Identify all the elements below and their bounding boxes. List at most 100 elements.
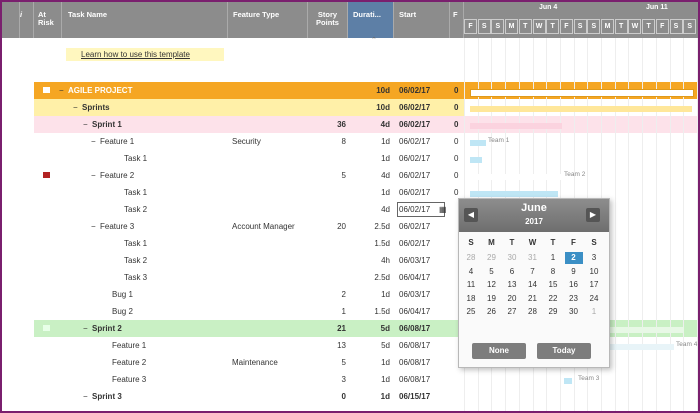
collapse-toggle-icon[interactable]: − (91, 133, 96, 150)
collapse-toggle-icon[interactable]: − (59, 82, 64, 99)
calendar-day[interactable]: 13 (503, 279, 521, 291)
calendar-day[interactable]: 31 (524, 252, 542, 264)
start-date-cell[interactable]: 06/02/17 (399, 116, 430, 133)
none-button[interactable]: None (472, 343, 526, 359)
table-row[interactable]: − Feature 2 5 4d 06/02/17 0 (2, 167, 464, 184)
duration-cell[interactable]: 10d (350, 99, 390, 116)
finish-date-cell[interactable]: 0 (454, 167, 458, 184)
duration-cell[interactable]: 10d (350, 82, 390, 99)
start-date-cell[interactable]: 06/03/17 (399, 252, 430, 269)
duration-cell[interactable]: 1d (350, 286, 390, 303)
calendar-day[interactable]: 17 (585, 279, 603, 291)
task-name-cell[interactable]: Task 1 (124, 184, 147, 201)
calendar-icon[interactable]: ▦ (439, 201, 447, 218)
calendar-day[interactable]: 3 (585, 252, 603, 264)
calendar-day[interactable]: 14 (524, 279, 542, 291)
start-date-cell[interactable]: 06/08/17 (399, 337, 430, 354)
finish-date-cell[interactable]: 0 (454, 99, 458, 116)
calendar-day[interactable]: 11 (462, 279, 480, 291)
task-name-cell[interactable]: Bug 1 (112, 286, 133, 303)
story-points-cell[interactable]: 2 (308, 286, 346, 303)
task-name-cell[interactable]: Feature 2 (100, 167, 134, 184)
collapse-toggle-icon[interactable]: − (91, 167, 96, 184)
collapse-toggle-icon[interactable]: − (91, 218, 96, 235)
duration-cell[interactable]: 4d (350, 116, 390, 133)
table-row[interactable]: Feature 2 Maintenance 5 1d 06/08/17 (2, 354, 464, 371)
sprints-bar[interactable] (470, 106, 692, 112)
story-points-cell[interactable]: 1 (308, 303, 346, 320)
task-name-cell[interactable]: Feature 3 (100, 218, 134, 235)
duration-cell[interactable]: 4d (350, 167, 390, 184)
table-row[interactable]: − Sprint 1 36 4d 06/02/17 0 (2, 116, 464, 133)
collapse-toggle-icon[interactable]: − (83, 388, 88, 405)
feature2-bar[interactable] (470, 174, 562, 180)
calendar-day[interactable]: 5 (483, 266, 501, 278)
task-name-cell[interactable]: Sprint 1 (92, 116, 122, 133)
task1-bar[interactable] (470, 157, 482, 163)
calendar-day[interactable]: 10 (585, 266, 603, 278)
story-points-cell[interactable]: 36 (308, 116, 346, 133)
start-date-cell[interactable]: 06/03/17 (399, 286, 430, 303)
calendar-day[interactable]: 28 (462, 252, 480, 264)
start-date-cell[interactable]: 06/02/17 (399, 99, 430, 116)
task-name-cell[interactable]: Sprint 3 (92, 388, 122, 405)
finish-header[interactable]: F (450, 2, 464, 38)
task-name-cell[interactable]: Feature 1 (100, 133, 134, 150)
duration-cell[interactable]: 4h (350, 252, 390, 269)
calendar-day[interactable]: 1 (585, 306, 603, 318)
story-points-cell[interactable]: 5 (308, 167, 346, 184)
calendar-day[interactable]: 9 (565, 266, 583, 278)
calendar-day[interactable]: 29 (544, 306, 562, 318)
duration-cell[interactable]: 1d (350, 133, 390, 150)
calendar-day[interactable]: 30 (565, 306, 583, 318)
task-name-cell[interactable]: Feature 3 (112, 371, 146, 388)
table-row[interactable]: Task 1 1d 06/02/17 0 (2, 150, 464, 167)
at-risk-header[interactable]: At Risk (34, 2, 62, 38)
start-date-cell[interactable]: 06/02/17 (399, 82, 430, 99)
table-row[interactable]: − Feature 3 Account Manager 20 2.5d 06/02/17 (2, 218, 464, 235)
start-header[interactable]: Start (394, 2, 450, 38)
start-date-cell[interactable]: 06/02/17 (399, 218, 430, 235)
calendar-day[interactable]: 30 (503, 252, 521, 264)
duration-cell[interactable]: 2.5d (350, 269, 390, 286)
task-name-cell[interactable]: Sprint 2 (92, 320, 122, 337)
feature-type-header[interactable]: Feature Type (228, 2, 308, 38)
feature3-s2-bar[interactable] (564, 378, 572, 384)
start-date-cell[interactable]: 06/08/17 (399, 371, 430, 388)
duration-header[interactable]: Durati... (348, 2, 394, 38)
task-name-cell[interactable]: Feature 2 (112, 354, 146, 371)
table-row[interactable]: Task 1 1.5d 06/02/17 (2, 235, 464, 252)
learn-template-link[interactable]: Learn how to use this template (81, 50, 190, 59)
start-date-cell[interactable]: 06/02/17 (399, 184, 430, 201)
task-name-cell[interactable]: Task 1 (124, 150, 147, 167)
story-points-cell[interactable]: 0 (308, 388, 346, 405)
feature1-bar[interactable] (470, 140, 486, 146)
next-month-button[interactable]: ▶ (586, 208, 600, 222)
calendar-day[interactable]: 28 (524, 306, 542, 318)
table-row[interactable]: − Sprints 10d 06/02/17 0 (2, 99, 464, 116)
table-row[interactable]: Task 2 4h 06/03/17 (2, 252, 464, 269)
duration-cell[interactable]: 1d (350, 371, 390, 388)
collapse-toggle-icon[interactable]: − (73, 99, 78, 116)
start-date-cell[interactable]: 06/02/17 (397, 202, 446, 217)
calendar-day[interactable]: 29 (483, 252, 501, 264)
calendar-day[interactable]: 19 (483, 293, 501, 305)
calendar-day[interactable]: 4 (462, 266, 480, 278)
table-row[interactable]: − Sprint 3 0 1d 06/15/17 (2, 388, 464, 405)
collapse-toggle-icon[interactable]: − (83, 320, 88, 337)
start-date-cell[interactable]: 06/08/17 (399, 320, 430, 337)
calendar-day[interactable]: 24 (585, 293, 603, 305)
table-row[interactable]: − AGILE PROJECT 10d 06/02/17 0 (2, 82, 464, 99)
calendar-day[interactable]: 23 (565, 293, 583, 305)
duration-cell[interactable]: 5d (350, 337, 390, 354)
table-row[interactable]: − Feature 1 Security 8 1d 06/02/17 0 (2, 133, 464, 150)
sprint1-bar[interactable] (470, 123, 562, 129)
feature-type-cell[interactable]: Maintenance (232, 354, 278, 371)
calendar-day[interactable]: 26 (483, 306, 501, 318)
story-points-cell[interactable]: 20 (308, 218, 346, 235)
task-name-cell[interactable]: Sprints (82, 99, 110, 116)
calendar-day[interactable]: 12 (483, 279, 501, 291)
start-date-cell[interactable]: 06/04/17 (399, 269, 430, 286)
feature-type-cell[interactable]: Security (232, 133, 261, 150)
calendar-day[interactable]: 27 (503, 306, 521, 318)
